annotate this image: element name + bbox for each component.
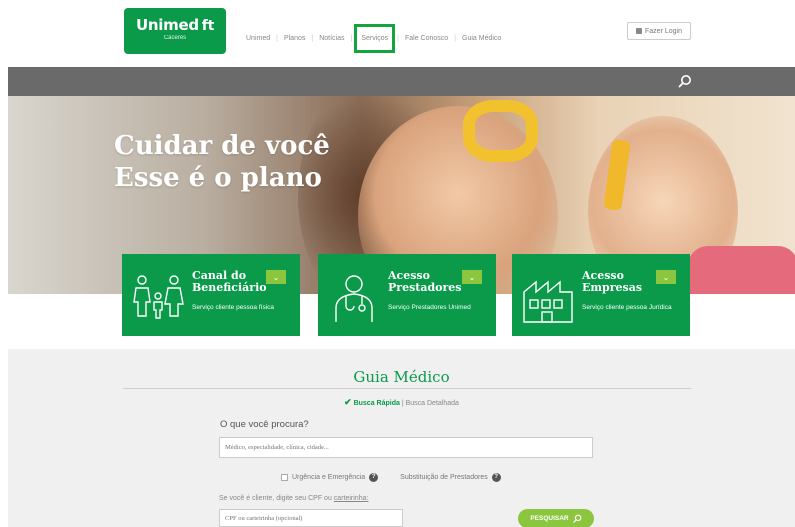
login-label: Fazer Login [645, 27, 682, 35]
pesquisar-label: PESQUISAR [530, 515, 569, 522]
cpf-input[interactable] [219, 509, 403, 527]
card-acesso-prestadores[interactable]: ⌄ Acesso Prestadores Serviço Prestadores … [318, 254, 496, 336]
hero-title-line1: Cuidar de você [114, 131, 330, 161]
guia-medico-section: Guia Médico ✔ Busca Rápida | Busca Detal… [8, 349, 795, 527]
login-button[interactable]: Fazer Login [627, 22, 691, 40]
card-canal-beneficiario[interactable]: ⌄ Canal do Beneficiário Serviço cliente p… [122, 254, 300, 336]
unimed-mark-icon: ft [201, 18, 214, 34]
pesquisar-button[interactable]: PESQUISAR [518, 509, 594, 527]
chevron-down-icon[interactable]: ⌄ [266, 270, 286, 284]
check-icon: ✔ [344, 397, 352, 407]
main-nav: Unimed | Planos | Notícias | Serviços | Fale… [240, 24, 507, 53]
card-title: Acesso Empresas [582, 269, 643, 294]
nav-noticias[interactable]: Notícias [313, 35, 350, 42]
user-icon [636, 28, 643, 34]
urgencia-checkbox[interactable] [281, 474, 288, 481]
hero-title-line2: Esse é o plano [114, 163, 322, 193]
tab-busca-detalhada[interactable]: Busca Detalhada [406, 400, 459, 407]
card-title: Canal do Beneficiário [192, 269, 267, 294]
hero-photo-pink-shirt [688, 246, 795, 294]
logo-brand: Unimed ft [136, 16, 214, 34]
search-options: Urgência e Emergência ? Substituição de … [281, 473, 501, 482]
chevron-down-icon[interactable]: ⌄ [462, 270, 482, 284]
guia-title: Guia Médico [353, 368, 450, 386]
search-icon[interactable] [678, 74, 692, 88]
hero-photo-pepper-ring [463, 100, 538, 162]
cpf-prompt: Se você é cliente, digite seu CPF ou car… [219, 495, 369, 502]
help-icon[interactable]: ? [491, 473, 501, 482]
search-question: O que você procura? [220, 419, 309, 430]
chevron-down-icon[interactable]: ⌄ [656, 270, 676, 284]
nav-unimed[interactable]: Unimed [240, 35, 276, 42]
search-bar [8, 67, 795, 96]
doctor-icon [335, 275, 373, 322]
unimed-logo[interactable]: Unimed ft Cáceres [124, 8, 226, 54]
nav-guia-medico[interactable]: Guia Médico [456, 35, 507, 42]
card-title: Acesso Prestadores [388, 269, 462, 294]
substituicao-link[interactable]: Substituição de Prestadores [400, 474, 488, 481]
nav-servicos[interactable]: Serviços [354, 24, 396, 53]
help-icon[interactable]: ? [369, 473, 379, 482]
card-subtitle: Serviço cliente pessoa Jurídica [582, 304, 672, 311]
search-icon [572, 514, 582, 523]
guia-divider [123, 388, 691, 389]
card-subtitle: Serviço Prestadores Unimed [388, 304, 471, 311]
family-icon [133, 275, 184, 319]
nav-separator: | [350, 35, 353, 42]
card-acesso-empresas[interactable]: ⌄ Acesso Empresas Serviço cliente pessoa … [512, 254, 690, 336]
hero-title: Cuidar de você Esse é o plano [114, 130, 330, 194]
search-input[interactable] [219, 437, 593, 458]
urgencia-label: Urgência e Emergência [292, 474, 366, 481]
nav-fale-conosco[interactable]: Fale Conosco [399, 35, 454, 42]
logo-city: Cáceres [163, 35, 187, 41]
nav-planos[interactable]: Planos [278, 35, 311, 42]
carteirinha-link[interactable]: carteirinha: [334, 495, 369, 502]
factory-icon [523, 280, 573, 323]
card-subtitle: Serviço cliente pessoa física [192, 304, 275, 311]
guia-tabs: ✔ Busca Rápida | Busca Detalhada [8, 397, 795, 408]
site-header: Unimed ft Cáceres Unimed | Planos | Notícia… [0, 0, 795, 67]
tab-busca-rapida[interactable]: Busca Rápida [354, 400, 400, 407]
